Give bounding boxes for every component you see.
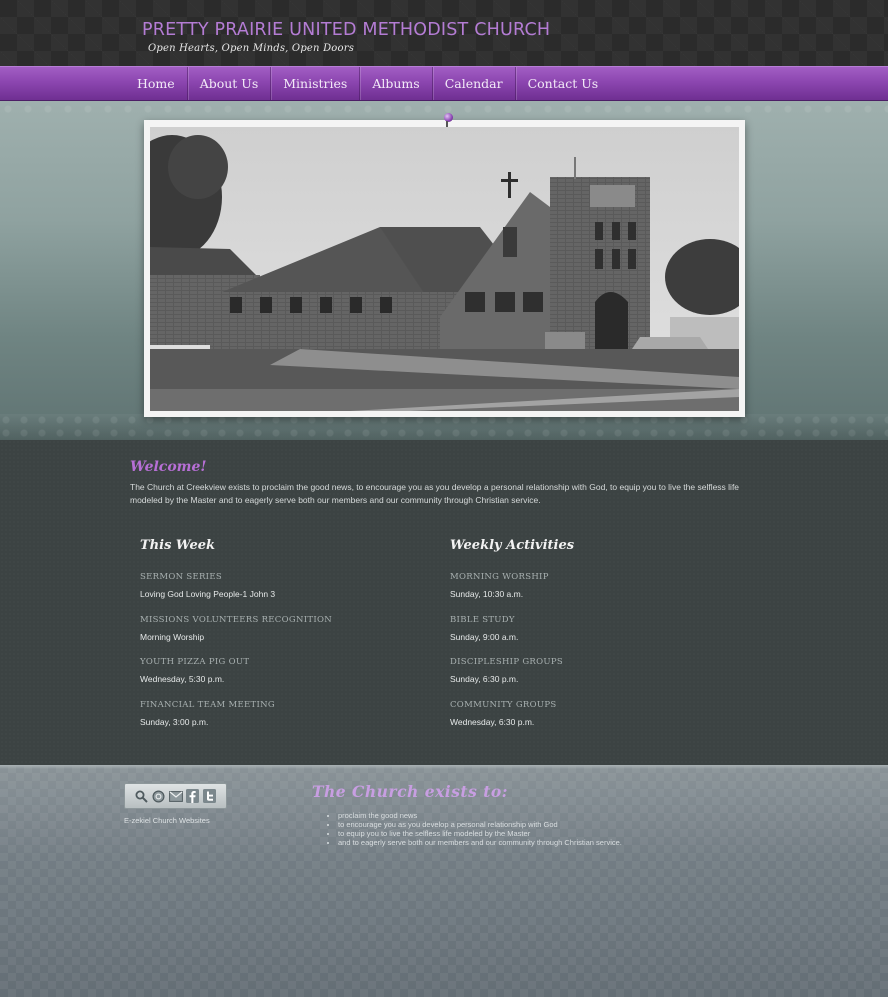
- nav-item-ministries[interactable]: Ministries: [271, 67, 361, 100]
- event-name[interactable]: SERMON SERIES: [140, 572, 430, 583]
- event-detail: Wednesday, 5:30 p.m.: [140, 674, 225, 684]
- list-item: and to eagerly serve both our members an…: [338, 838, 622, 847]
- church-photo-frame: [144, 120, 745, 417]
- twitter-icon[interactable]: [202, 789, 217, 804]
- church-exists-heading: The Church exists to:: [312, 782, 508, 801]
- nav-item-contact-us[interactable]: Contact Us: [516, 67, 611, 100]
- activity-detail: Sunday, 6:30 p.m.: [450, 674, 519, 684]
- this-week-heading: This Week: [140, 538, 215, 553]
- globe-icon[interactable]: [151, 789, 166, 804]
- this-week-event: SERMON SERIES Loving God Loving People-1…: [140, 572, 430, 600]
- main-nav: Home About Us Ministries Albums Calendar…: [0, 66, 888, 101]
- activity-name[interactable]: DISCIPLESHIP GROUPS: [450, 657, 740, 668]
- event-name[interactable]: YOUTH PIZZA PIG OUT: [140, 657, 430, 668]
- weekly-activity: COMMUNITY GROUPS Wednesday, 6:30 p.m.: [450, 700, 740, 728]
- list-item: to equip you to live the selfless life m…: [338, 829, 622, 838]
- weekly-activities-heading: Weekly Activities: [450, 538, 575, 553]
- welcome-text: The Church at Creekview exists to procla…: [130, 482, 740, 505]
- event-detail: Sunday, 3:00 p.m.: [140, 717, 209, 727]
- activity-detail: Sunday, 10:30 a.m.: [450, 589, 524, 599]
- this-week-event: YOUTH PIZZA PIG OUT Wednesday, 5:30 p.m.: [140, 657, 430, 685]
- welcome-heading: Welcome!: [130, 459, 207, 475]
- event-detail: Loving God Loving People-1 John 3: [140, 589, 276, 599]
- activity-name[interactable]: BIBLE STUDY: [450, 615, 740, 626]
- activity-name[interactable]: COMMUNITY GROUPS: [450, 700, 740, 711]
- facebook-icon[interactable]: [185, 789, 200, 804]
- activity-detail: Sunday, 9:00 a.m.: [450, 632, 519, 642]
- footer-credit-link[interactable]: E-zekiel Church Websites: [124, 816, 210, 825]
- this-week-event: MISSIONS VOLUNTEERS RECOGNITION Morning …: [140, 615, 430, 643]
- event-name[interactable]: FINANCIAL TEAM MEETING: [140, 700, 430, 711]
- footer-icon-bar: [124, 783, 227, 809]
- list-item: to encourage you as you develop a person…: [338, 820, 622, 829]
- pushpin-needle: [446, 121, 448, 127]
- site-tagline: Open Hearts, Open Minds, Open Doors: [148, 43, 355, 54]
- search-icon[interactable]: [134, 789, 149, 804]
- footer-edge: [0, 765, 888, 769]
- weekly-activity: MORNING WORSHIP Sunday, 10:30 a.m.: [450, 572, 740, 600]
- church-exists-list: proclaim the good news to encourage you …: [328, 811, 622, 847]
- weekly-activity: BIBLE STUDY Sunday, 9:00 a.m.: [450, 615, 740, 643]
- nav-item-home[interactable]: Home: [125, 67, 188, 100]
- event-detail: Morning Worship: [140, 632, 205, 642]
- site-title[interactable]: PRETTY PRAIRIE UNITED METHODIST CHURCH: [142, 20, 550, 40]
- list-item: proclaim the good news: [338, 811, 622, 820]
- church-photo: [150, 127, 739, 411]
- activity-name[interactable]: MORNING WORSHIP: [450, 572, 740, 583]
- this-week-event: FINANCIAL TEAM MEETING Sunday, 3:00 p.m.: [140, 700, 430, 728]
- nav-item-about-us[interactable]: About Us: [188, 67, 272, 100]
- nav-item-albums[interactable]: Albums: [360, 67, 433, 100]
- site-header: PRETTY PRAIRIE UNITED METHODIST CHURCH O…: [0, 0, 888, 66]
- weekly-activity: DISCIPLESHIP GROUPS Sunday, 6:30 p.m.: [450, 657, 740, 685]
- nav-item-calendar[interactable]: Calendar: [433, 67, 516, 100]
- activity-detail: Wednesday, 6:30 p.m.: [450, 717, 535, 727]
- email-icon[interactable]: [168, 789, 183, 804]
- event-name[interactable]: MISSIONS VOLUNTEERS RECOGNITION: [140, 615, 430, 626]
